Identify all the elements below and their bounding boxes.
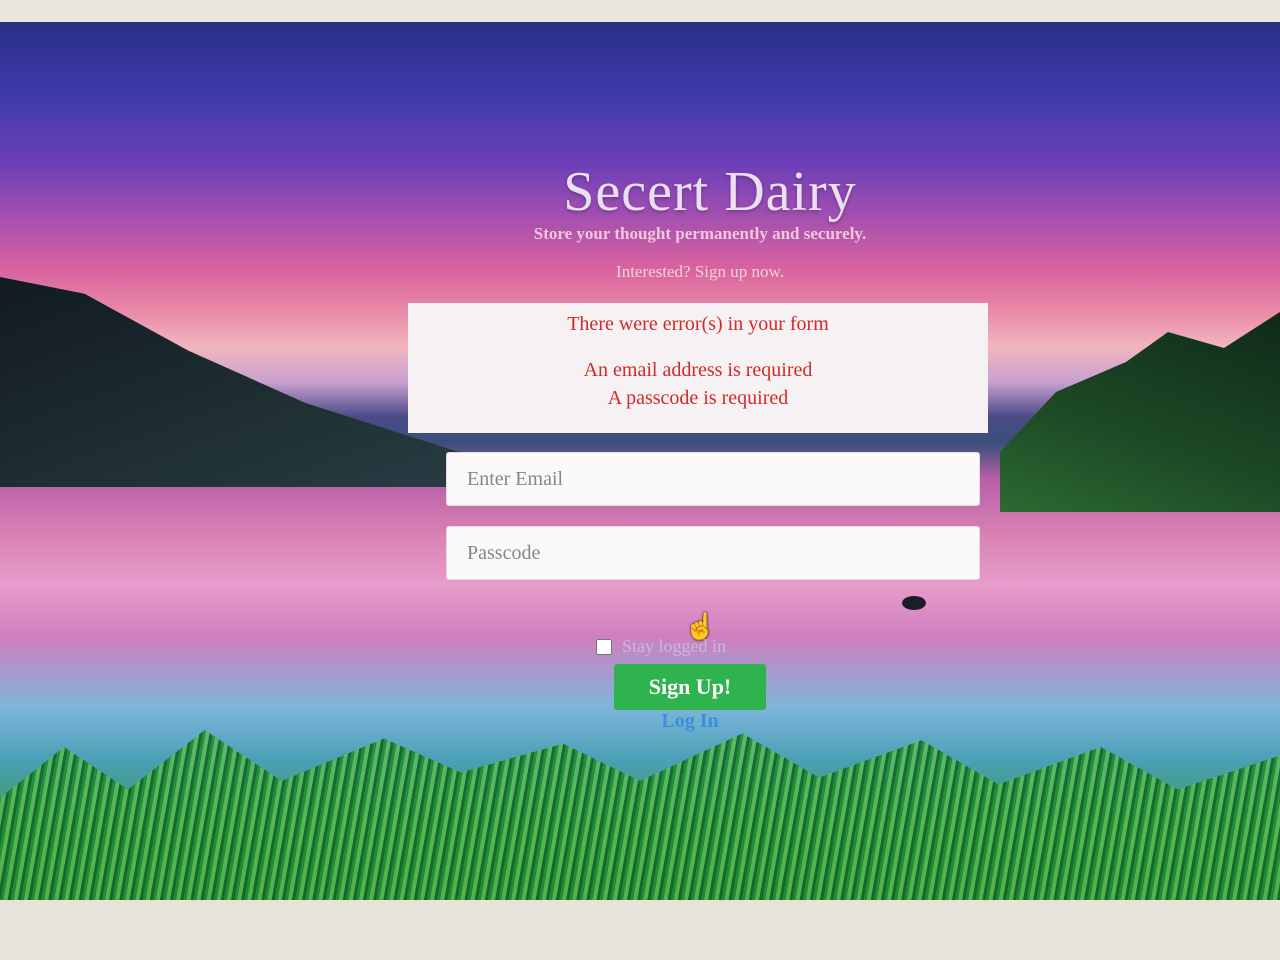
- monitor-bezel-bottom: [0, 900, 1280, 960]
- error-heading: There were error(s) in your form: [567, 313, 829, 335]
- signup-button[interactable]: Sign Up!: [614, 664, 766, 710]
- email-input[interactable]: [446, 452, 980, 506]
- stay-logged-in-checkbox[interactable]: [596, 638, 612, 655]
- page-title: Secert Dairy: [563, 161, 857, 223]
- error-email-required: An email address is required: [583, 359, 813, 381]
- error-passcode-required: A passcode is required: [607, 387, 789, 409]
- signup-prompt: Interested? Sign up now.: [616, 262, 784, 281]
- eye-icon: [902, 596, 926, 610]
- stay-logged-in[interactable]: Stay logged in: [596, 636, 726, 657]
- error-alert: There were error(s) in your form An emai…: [408, 303, 988, 433]
- monitor-bezel-top: [0, 0, 1280, 22]
- passcode-input[interactable]: [446, 526, 980, 580]
- grass-foreground: [0, 730, 1280, 900]
- tagline: Store your thought permanently and secur…: [533, 224, 867, 243]
- stay-logged-in-label: Stay logged in: [622, 636, 726, 656]
- login-link[interactable]: Log In: [640, 710, 740, 733]
